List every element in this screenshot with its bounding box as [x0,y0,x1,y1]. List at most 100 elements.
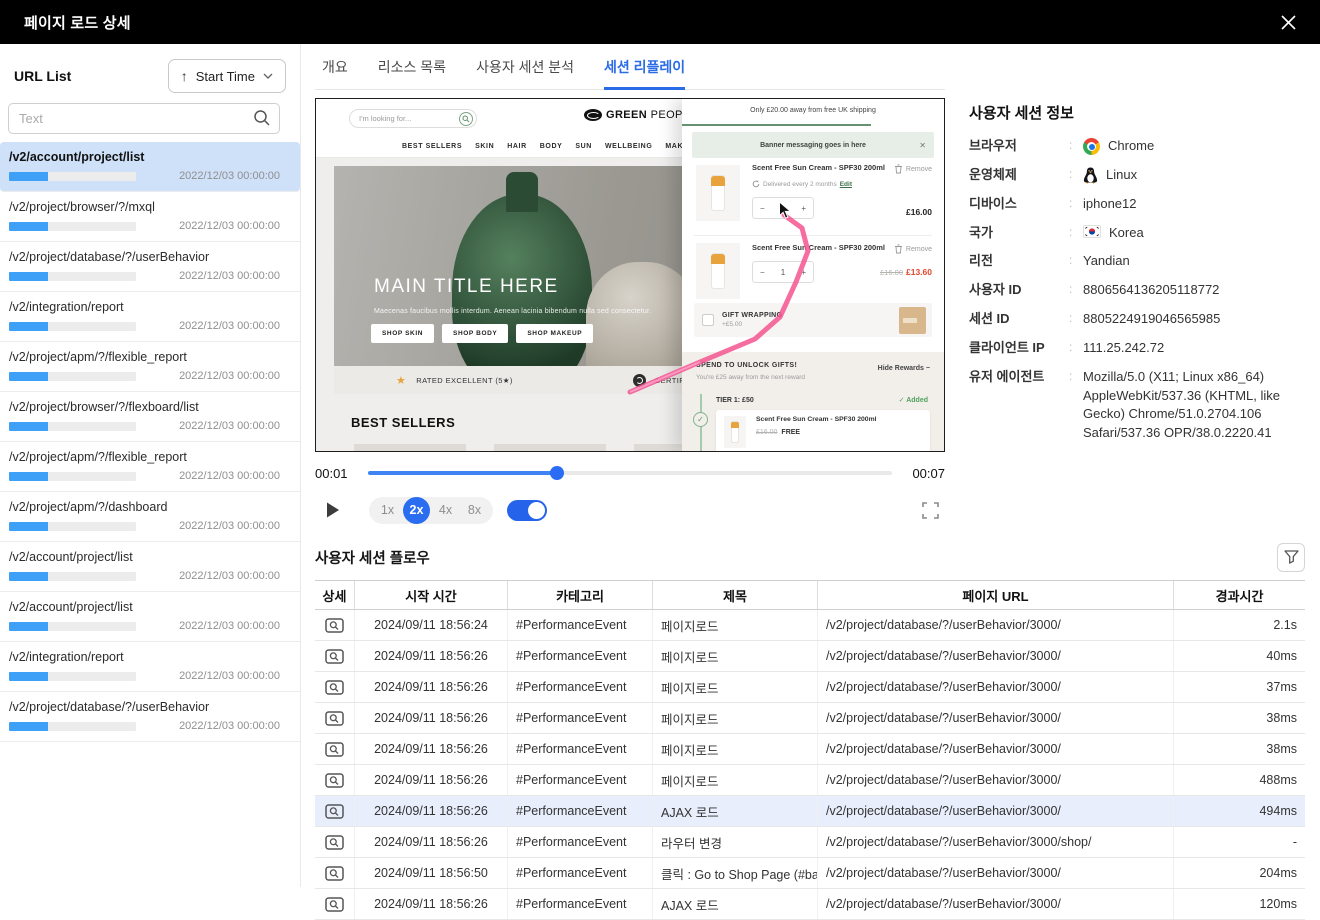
detail-magnifier-icon [325,648,344,664]
url-list-item[interactable]: /v2/project/browser/?/flexboard/list 2022… [0,392,300,442]
flow-start-time: 2024/09/11 18:56:26 [355,672,508,702]
playback-slider[interactable] [368,466,892,480]
remove-item: Remove [894,244,932,254]
session-flow-row[interactable]: 2024/09/11 18:56:50 #PerformanceEvent 클릭 :… [315,858,1305,889]
speed-1x[interactable]: 1x [374,497,401,524]
flow-elapsed-time: - [1292,835,1297,849]
detail-button[interactable] [315,610,355,640]
search-icon [253,109,271,132]
speed-4x[interactable]: 4x [432,497,459,524]
session-flow-row[interactable]: 2024/09/11 18:56:26 #PerformanceEvent AJAX… [315,796,1305,827]
plus-icon: + [801,203,806,213]
tab-user-session-analysis[interactable]: 사용자 세션 분석 [476,44,574,89]
replay-hero-buttons: SHOP SKIN SHOP BODY SHOP MAKEUP [371,324,594,343]
session-info-value: 111.25.242.72 [1083,339,1165,355]
session-info-label: 사용자 ID [969,282,1022,298]
detail-button[interactable] [315,672,355,702]
session-flow-row[interactable]: 2024/09/11 18:56:26 #PerformanceEvent 라우터 … [315,827,1305,858]
session-flow-header-row: 상세 시작 시간 카테고리 제목 페이지 URL 경과시간 [315,580,1305,610]
tab-overview[interactable]: 개요 [322,44,348,89]
url-list-item[interactable]: /v2/project/browser/?/mxql 2022/12/03 00:… [0,192,300,242]
url-list-item[interactable]: /v2/integration/report 2022/12/03 00:00:0… [0,292,300,342]
column-header: 페이지 URL [818,581,1174,609]
url-progress-bar [9,221,136,231]
detail-button[interactable] [315,703,355,733]
url-list-item[interactable]: /v2/project/apm/?/flexible_report 2022/12… [0,342,300,392]
url-list-item[interactable]: /v2/project/database/?/userBehavior 2022/… [0,692,300,742]
url-list-item-date: 2022/12/03 00:00:00 [179,270,280,282]
rewards-title: SPEND TO UNLOCK GIFTS! [696,362,798,369]
url-list-item-date: 2022/12/03 00:00:00 [179,220,280,232]
detail-button[interactable] [315,641,355,671]
plus-icon: + [801,267,806,277]
session-flow-row[interactable]: 2024/09/11 18:56:26 #PerformanceEvent 페이지로… [315,703,1305,734]
detail-button[interactable] [315,765,355,795]
main-content: 개요 리소스 목록 사용자 세션 분석 세션 리플레이 I'm looking for… [301,44,1320,920]
cart-item-thumbnail [696,165,740,221]
replay-cart-drawer: Only £20.00 away from free UK shipping B… [682,99,944,451]
url-list-item-date: 2022/12/03 00:00:00 [179,170,280,182]
fullscreen-button[interactable] [922,501,939,519]
url-progress-fill [9,721,49,731]
gift-wrapping-label: GIFT WRAPPING [722,312,783,319]
speed-8x[interactable]: 8x [461,497,488,524]
url-list-item[interactable]: /v2/account/project/list 2022/12/03 00:00… [0,592,300,642]
play-button[interactable] [323,500,343,520]
column-header: 카테고리 [508,581,653,609]
detail-button[interactable] [315,734,355,764]
flow-page-url: /v2/project/database/?/userBehavior/3000… [818,827,1174,857]
flow-title-cell: AJAX 로드 [653,889,818,919]
url-progress-bar [9,371,136,381]
replay-search-icon [459,111,473,126]
detail-magnifier-icon [325,741,344,757]
close-icon[interactable] [1276,10,1300,34]
session-flow-row[interactable]: 2024/09/11 18:56:26 #PerformanceEvent AJAX… [315,889,1305,920]
url-list-item-url: /v2/project/apm/?/flexible_report [9,450,187,464]
certified-organic-icon [632,373,646,387]
url-list-item[interactable]: /v2/integration/report 2022/12/03 00:00:0… [0,642,300,692]
url-list-item-url: /v2/integration/report [9,300,124,314]
skip-inactivity-toggle[interactable] [507,499,547,521]
url-progress-bar [9,671,136,681]
url-list-item[interactable]: /v2/account/project/list 2022/12/03 00:00… [0,142,300,192]
speed-2x[interactable]: 2x [403,496,430,524]
url-list-item[interactable]: /v2/project/apm/?/flexible_report 2022/12… [0,442,300,492]
session-flow-row[interactable]: 2024/09/11 18:56:24 #PerformanceEvent 페이지로… [315,610,1305,641]
session-info-label: 리전 [969,253,993,269]
filter-button[interactable] [1277,542,1305,572]
session-flow-row[interactable]: 2024/09/11 18:56:26 #PerformanceEvent 페이지로… [315,765,1305,796]
flow-page-url: /v2/project/database/?/userBehavior/3000… [818,889,1174,919]
url-list-item-url: /v2/account/project/list [9,600,133,614]
replay-nav-item: BEST SELLERS [402,142,463,150]
session-flow-row[interactable]: 2024/09/11 18:56:26 #PerformanceEvent 페이지로… [315,734,1305,765]
session-info-value: Chrome [1083,137,1154,156]
replay-site-search: I'm looking for... [349,109,477,128]
slider-thumb[interactable] [549,466,564,480]
flow-page-url: /v2/project/database/?/userBehavior/3000… [818,641,1174,671]
url-progress-bar [9,621,136,631]
flow-start-time: 2024/09/11 18:56:26 [355,641,508,671]
url-list-item-date: 2022/12/03 00:00:00 [179,520,280,532]
url-list-item[interactable]: /v2/project/database/?/userBehavior 2022/… [0,242,300,292]
star-icon: ★ [396,374,407,387]
url-list-item[interactable]: /v2/project/apm/?/dashboard 2022/12/03 00… [0,492,300,542]
url-search-input[interactable] [8,103,280,134]
url-list-item[interactable]: /v2/account/project/list 2022/12/03 00:00… [0,542,300,592]
detail-button[interactable] [315,796,355,826]
user-session-info-panel: 사용자 세션 정보 브라우저: Chrome 운영체제: Linux 디바이스: ipho… [969,98,1305,526]
session-info-row: 사용자 ID:8806564136205118772 [969,281,1305,300]
detail-button[interactable] [315,827,355,857]
url-progress-fill [9,321,49,331]
session-flow-row[interactable]: 2024/09/11 18:56:26 #PerformanceEvent 페이지로… [315,641,1305,672]
tab-session-replay[interactable]: 세션 리플레이 [604,44,686,90]
tier-check-icon: ✓ [693,412,708,427]
sort-dropdown[interactable]: ↑ Start Time [167,59,286,93]
gift-wrapping-checkbox [702,314,714,326]
replay-hero-subtitle: Maecenas faucibus mollis interdum. Aenea… [374,308,652,315]
detail-button[interactable] [315,858,355,888]
url-list-item-date: 2022/12/03 00:00:00 [179,620,280,632]
tab-resource-list[interactable]: 리소스 목록 [378,44,446,89]
edit-subscription-link: Edit [839,180,852,188]
session-flow-row[interactable]: 2024/09/11 18:56:26 #PerformanceEvent 페이지로… [315,672,1305,703]
detail-button[interactable] [315,889,355,919]
